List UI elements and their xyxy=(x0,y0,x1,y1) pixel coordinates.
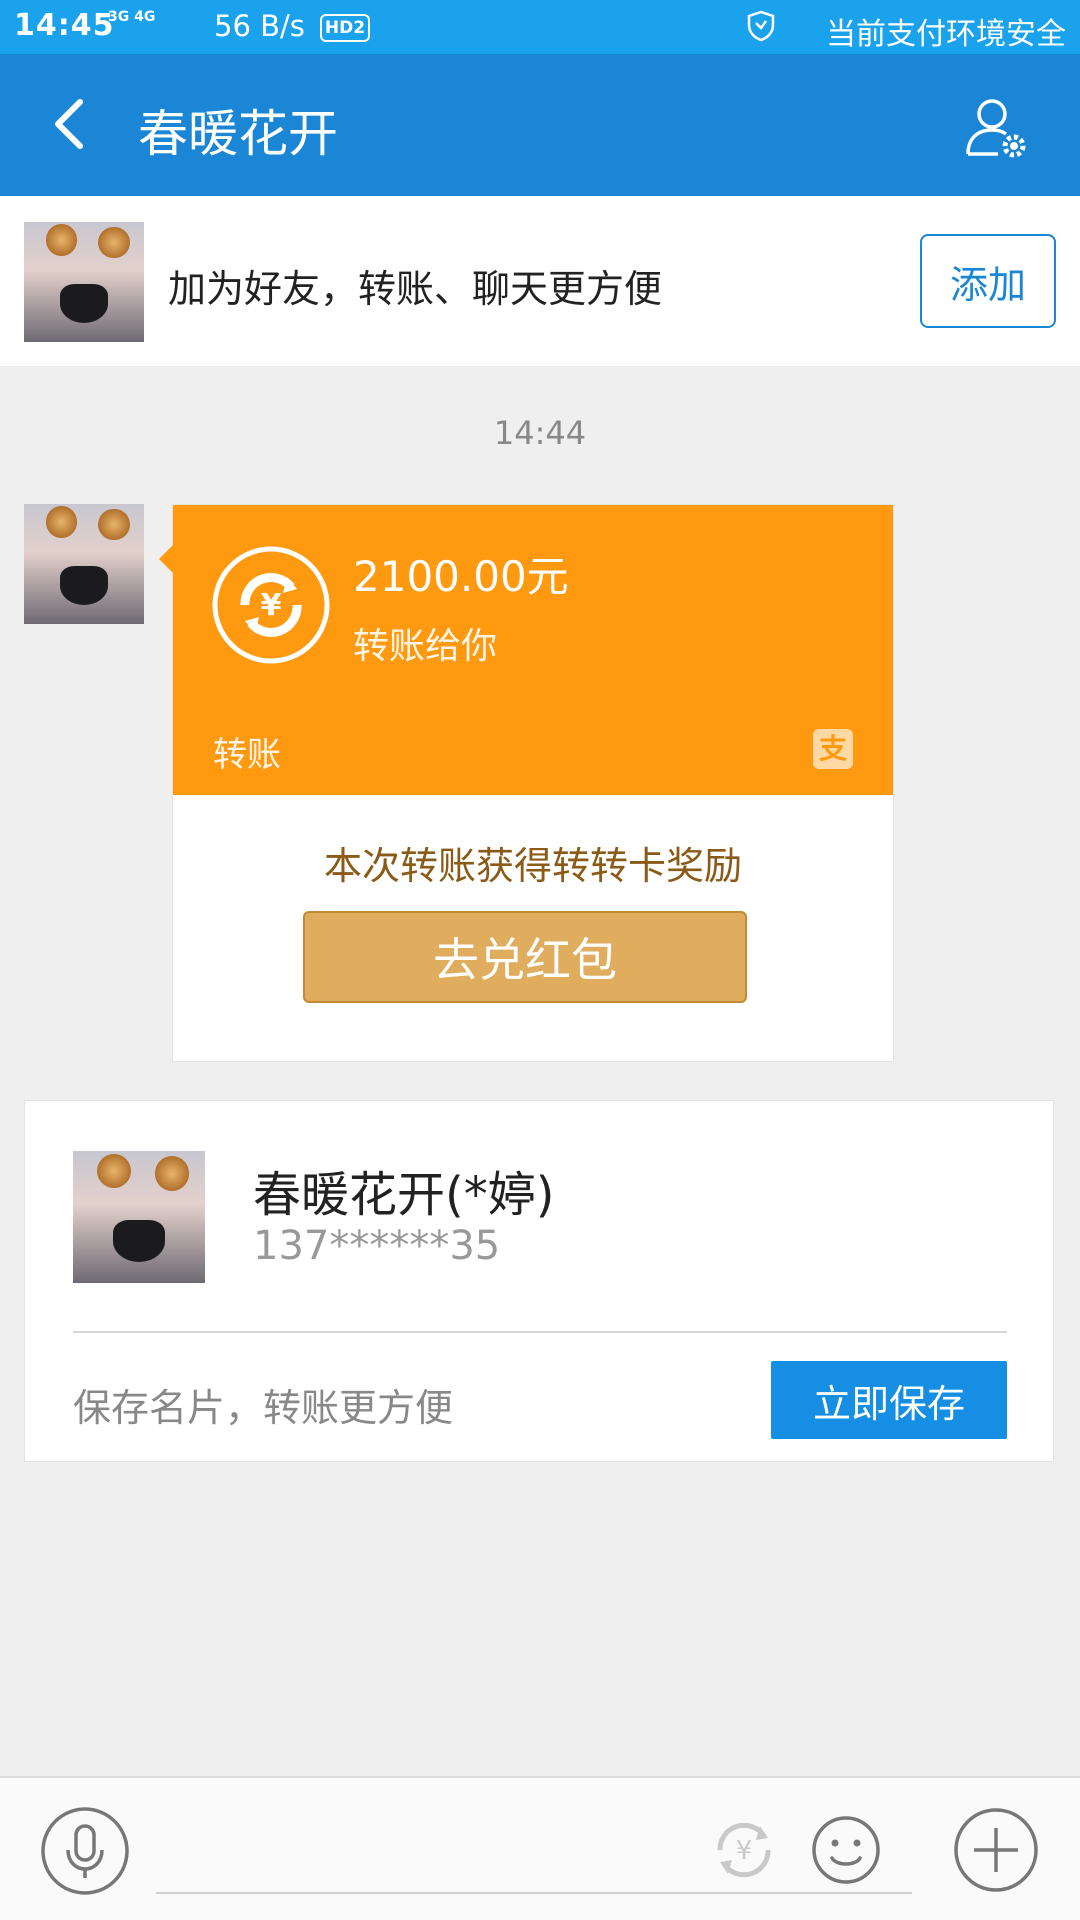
save-now-button[interactable]: 立即保存 xyxy=(771,1361,1007,1439)
add-friend-button[interactable]: 添加 xyxy=(920,234,1056,328)
network-speed: 56 B/s xyxy=(214,9,305,43)
microphone-icon[interactable] xyxy=(40,1806,130,1896)
transfer-yuan-icon: ¥ xyxy=(212,546,330,664)
message-input[interactable] xyxy=(156,1824,912,1894)
transfer-type-label: 转账 xyxy=(213,735,281,775)
user-settings-icon[interactable] xyxy=(962,94,1032,164)
sender-avatar[interactable] xyxy=(24,504,144,624)
transfer-amount: 2100.00元 xyxy=(353,552,569,601)
message-timestamp: 14:44 xyxy=(493,414,587,452)
redeem-red-packet-button[interactable]: 去兑红包 xyxy=(303,911,747,1003)
svg-text:¥: ¥ xyxy=(736,1836,753,1866)
hd-icon: HD2 xyxy=(320,14,370,42)
contact-avatar[interactable] xyxy=(73,1151,205,1283)
status-bar: 14:45 3G 4G 56 B/s HD2 当前支付环境安全 xyxy=(0,0,1080,54)
signal-icon: 3G 4G xyxy=(108,9,156,25)
status-time: 14:45 xyxy=(14,8,115,43)
shield-icon xyxy=(747,10,775,42)
page-title: 春暖花开 xyxy=(138,105,338,163)
contact-phone: 137******35 xyxy=(253,1223,501,1269)
emoji-icon[interactable] xyxy=(810,1814,882,1886)
transfer-message[interactable]: ¥ 2100.00元 转账给你 转账 支 本次转账获得转转卡奖励 去兑红包 xyxy=(159,504,894,1062)
transfer-icon[interactable]: ¥ xyxy=(708,1814,780,1886)
input-bar: ¥ xyxy=(0,1776,1080,1920)
transfer-description: 转账给你 xyxy=(353,626,498,667)
add-friend-bar: 加为好友，转账、聊天更方便 添加 xyxy=(0,196,1080,366)
contact-name: 春暖花开(*婷) xyxy=(253,1167,555,1223)
add-friend-prompt: 加为好友，转账、聊天更方便 xyxy=(168,267,663,311)
divider xyxy=(73,1331,1007,1333)
contact-card: 春暖花开(*婷) 137******35 保存名片，转账更方便 立即保存 xyxy=(24,1100,1054,1462)
save-card-hint: 保存名片，转账更方便 xyxy=(73,1386,454,1430)
transfer-header[interactable]: ¥ 2100.00元 转账给你 转账 支 xyxy=(159,505,893,795)
security-status: 当前支付环境安全 xyxy=(826,17,1066,52)
plus-icon[interactable] xyxy=(952,1806,1040,1894)
alipay-icon: 支 xyxy=(813,729,853,769)
back-arrow-icon[interactable] xyxy=(44,94,94,154)
svg-text:¥: ¥ xyxy=(261,588,282,623)
reward-text: 本次转账获得转转卡奖励 xyxy=(323,844,742,888)
nav-bar: 春暖花开 xyxy=(0,54,1080,196)
bubble-pointer xyxy=(159,545,173,573)
avatar[interactable] xyxy=(24,222,144,342)
